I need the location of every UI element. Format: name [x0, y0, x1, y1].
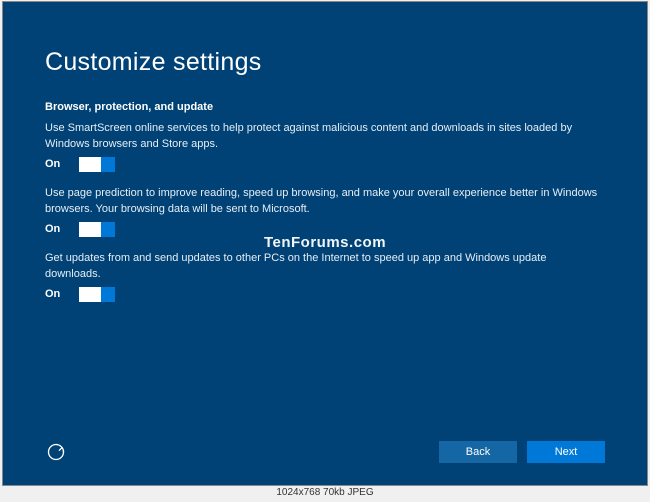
toggle-state-label: On [45, 223, 67, 235]
back-button[interactable]: Back [439, 441, 517, 463]
footer-bar: Back Next [45, 441, 605, 463]
setup-screen: Customize settings Browser, protection, … [2, 1, 648, 486]
toggle-knob [101, 287, 115, 302]
setting-smartscreen: Use SmartScreen online services to help … [45, 121, 605, 172]
section-heading: Browser, protection, and update [45, 101, 605, 113]
toggle-row: On [45, 222, 605, 237]
page-title: Customize settings [45, 48, 605, 77]
nav-buttons: Back Next [439, 441, 605, 463]
toggle-page-prediction[interactable] [79, 222, 115, 237]
setting-description: Get updates from and send updates to oth… [45, 251, 605, 283]
ease-of-access-icon[interactable] [45, 441, 67, 463]
toggle-row: On [45, 287, 605, 302]
toggle-knob [101, 222, 115, 237]
content-area: Customize settings Browser, protection, … [3, 2, 647, 302]
toggle-p2p-updates[interactable] [79, 287, 115, 302]
toggle-state-label: On [45, 158, 67, 170]
setting-page-prediction: Use page prediction to improve reading, … [45, 186, 605, 237]
setting-description: Use page prediction to improve reading, … [45, 186, 605, 218]
setting-p2p-updates: Get updates from and send updates to oth… [45, 251, 605, 302]
toggle-state-label: On [45, 288, 67, 300]
toggle-smartscreen[interactable] [79, 157, 115, 172]
next-button[interactable]: Next [527, 441, 605, 463]
toggle-knob [101, 157, 115, 172]
image-meta: 1024x768 70kb JPEG [276, 486, 373, 498]
setting-description: Use SmartScreen online services to help … [45, 121, 605, 153]
toggle-row: On [45, 157, 605, 172]
